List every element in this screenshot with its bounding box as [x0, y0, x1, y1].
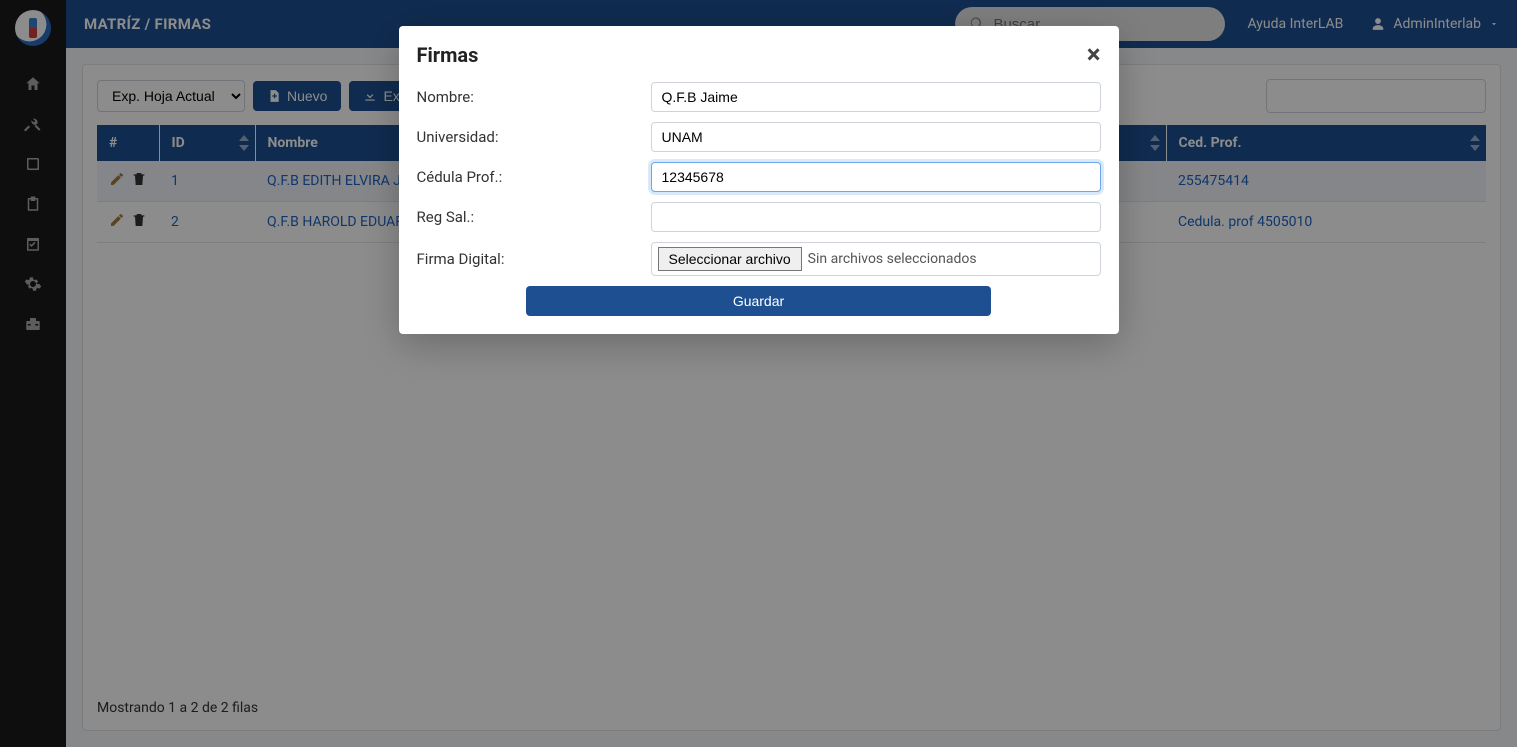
file-status-text: Sin archivos seleccionados: [808, 251, 977, 267]
input-nombre[interactable]: [651, 82, 1101, 112]
label-regsal: Reg Sal.:: [417, 208, 651, 226]
file-select-button[interactable]: Seleccionar archivo: [658, 247, 802, 271]
save-button-label: Guardar: [733, 293, 784, 309]
firmas-modal: Firmas × Nombre: Universidad: Cédula Pro…: [399, 26, 1119, 334]
input-cedula[interactable]: [651, 162, 1101, 192]
modal-title: Firmas: [417, 43, 479, 67]
modal-overlay: Firmas × Nombre: Universidad: Cédula Pro…: [0, 0, 1517, 747]
save-button[interactable]: Guardar: [526, 286, 991, 316]
label-cedula: Cédula Prof.:: [417, 168, 651, 186]
label-nombre: Nombre:: [417, 88, 651, 106]
modal-close-button[interactable]: ×: [1087, 42, 1101, 68]
input-universidad[interactable]: [651, 122, 1101, 152]
input-regsal[interactable]: [651, 202, 1101, 232]
label-firma: Firma Digital:: [417, 250, 651, 268]
file-input-wrapper: Seleccionar archivo Sin archivos selecci…: [651, 242, 1101, 276]
label-universidad: Universidad:: [417, 128, 651, 146]
